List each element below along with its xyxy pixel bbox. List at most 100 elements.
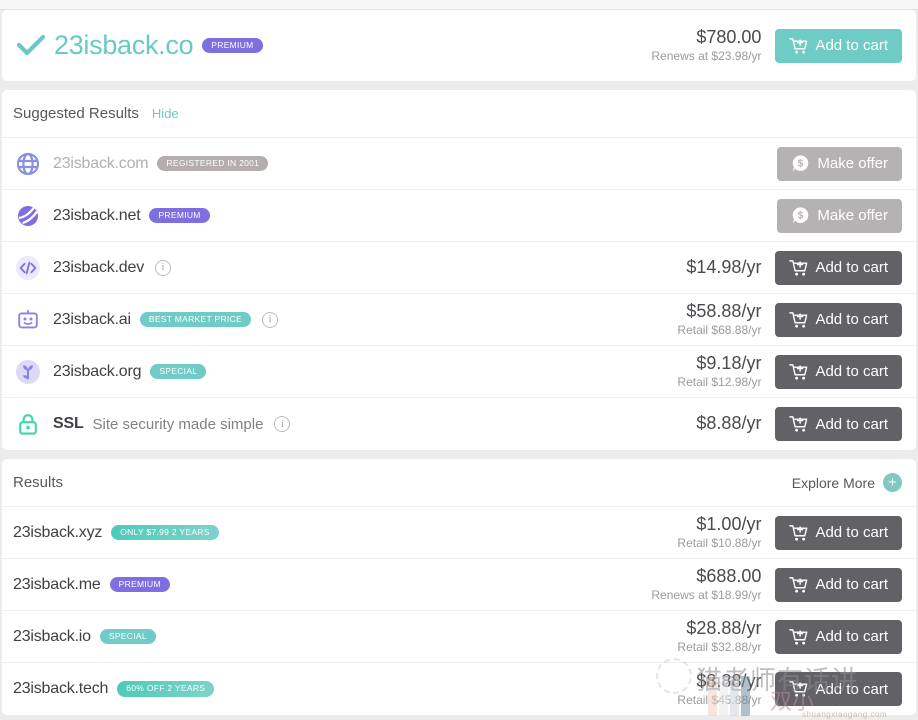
add-to-cart-button[interactable]: Add to cart [775,515,902,550]
row-price: $9.18/yr [696,353,762,374]
domain-name: 23isback.me [13,575,101,593]
add-to-cart-label: Add to cart [815,524,888,541]
row-price-sub: Renews at $18.99/yr [651,588,762,603]
row-price-sub: Retail $32.88/yr [677,640,762,655]
make-offer-button[interactable]: $ Make offer [777,146,902,181]
price-block: $58.88/yr Retail $68.88/yr [677,301,761,338]
add-to-cart-button[interactable]: Add to cart [775,407,902,441]
status-badge: SPECIAL [99,628,156,645]
row-price: $8.88/yr [696,413,762,434]
row-price-sub: Retail $10.88/yr [677,536,762,551]
add-to-cart-label: Add to cart [815,680,888,698]
add-to-cart-button[interactable]: Add to cart [775,302,902,337]
sphere-icon [13,201,43,231]
status-badge: 60% OFF 2 YEARS [117,681,215,697]
domain-name-wrap: 23isback.com REGISTERED IN 2001 [53,154,269,173]
domain-name: 23isback.com [53,154,149,172]
domain-name: 23isback.io [13,627,91,645]
row-price-sub: Retail $12.98/yr [677,375,762,390]
row-price: $688.00 [696,566,762,587]
domain-name-wrap: 23isback.dev i [53,259,171,277]
add-to-cart-button[interactable]: Add to cart [775,672,902,706]
make-offer-button[interactable]: $ Make offer [777,198,902,233]
domain-name-wrap: 23isback.tech 60% OFF 2 YEARS [13,680,215,698]
cart-plus-icon [789,37,808,55]
domain-name: 23isback.xyz [13,523,103,541]
suggested-row-com[interactable]: 23isback.com REGISTERED IN 2001 $ Make o… [2,138,916,190]
results-row-me[interactable]: 23isback.me PREMIUM $688.00 Renews at $1… [2,559,916,611]
featured-domain-card: 23isback.co PREMIUM $780.00 Renews at $2… [2,10,916,81]
cart-plus-icon [789,680,808,698]
make-offer-label: Make offer [817,207,888,224]
suggested-row-ssl[interactable]: SSL Site security made simple i $8.88/yr [2,398,916,450]
svg-text:$: $ [798,211,804,222]
price-block: $8.88/yr [696,413,761,435]
featured-domain-name: 23isback.co [54,30,194,60]
results-row-tech[interactable]: 23isback.tech 60% OFF 2 YEARS $8.88/yr R… [2,663,916,715]
domain-search-results-page: 23isback.co PREMIUM $780.00 Renews at $2… [0,0,918,720]
domain-name-wrap: 23isback.net PREMIUM [53,207,210,225]
results-row-io[interactable]: 23isback.io SPECIAL $28.88/yr Retail $32… [2,611,916,663]
cart-plus-icon [789,628,808,646]
add-to-cart-button[interactable]: Add to cart [775,250,902,285]
featured-add-to-cart-button[interactable]: Add to cart [775,28,902,63]
featured-premium-badge: PREMIUM [202,37,263,54]
domain-name: 23isback.ai [53,310,131,328]
domain-name-wrap: 23isback.io SPECIAL [13,628,156,646]
cart-plus-icon [789,363,808,381]
domain-name: 23isback.dev [53,258,144,276]
cart-plus-icon [789,311,808,329]
ssl-subtitle: Site security made simple [92,415,264,433]
price-block: $688.00 Renews at $18.99/yr [651,566,761,603]
status-badge: REGISTERED IN 2001 [157,155,269,172]
status-badge: ONLY $7.99 2 YEARS [111,524,219,541]
add-to-cart-label: Add to cart [815,311,888,328]
domain-name: 23isback.net [53,206,141,224]
explore-more-link[interactable]: Explore More [792,475,875,491]
row-price-sub: Retail $68.88/yr [677,323,762,338]
add-to-cart-label: Add to cart [815,415,888,433]
results-card: Results Explore More + 23isback.xyz ONLY… [2,459,916,715]
domain-name-wrap: 23isback.xyz ONLY $7.99 2 YEARS [13,524,219,542]
suggested-results-card: Suggested Results Hide 23isback.com REGI… [2,90,916,450]
row-price: $28.88/yr [686,618,762,639]
price-block: $14.98/yr [686,257,761,279]
status-badge: PREMIUM [109,576,170,593]
info-icon[interactable]: i [274,416,291,432]
add-to-cart-button[interactable]: Add to cart [775,567,902,602]
info-icon[interactable]: i [261,311,278,328]
robot-icon [13,305,43,335]
hide-suggested-link[interactable]: Hide [152,106,179,121]
row-price-sub: Retail $45.88/yr [677,692,762,707]
lock-icon [13,409,43,439]
add-to-cart-label: Add to cart [815,363,888,380]
svg-text:$: $ [798,159,804,170]
suggested-row-dev[interactable]: 23isback.dev i $14.98/yr Add to cart [2,242,916,294]
cart-plus-icon [789,259,808,277]
suggested-row-net[interactable]: 23isback.net PREMIUM $ Make offer [2,190,916,242]
top-strip [0,0,918,10]
results-row-xyz[interactable]: 23isback.xyz ONLY $7.99 2 YEARS $1.00/yr… [2,507,916,559]
add-to-cart-label: Add to cart [815,576,888,593]
price-block: $28.88/yr Retail $32.88/yr [677,618,761,655]
featured-add-to-cart-label: Add to cart [815,37,888,54]
cart-plus-icon [789,415,808,433]
suggested-row-ai[interactable]: 23isback.ai BEST MARKET PRICE i $58.88/y… [2,294,916,346]
featured-price: $780.00 [696,27,762,48]
featured-price-sub: Renews at $23.98/yr [651,49,762,64]
suggested-row-org[interactable]: 23isback.org SPECIAL $9.18/yr Retail $12… [2,346,916,398]
offer-bubble-icon: $ [791,206,810,225]
price-block: $9.18/yr Retail $12.98/yr [677,353,761,390]
add-to-cart-button[interactable]: Add to cart [775,354,902,389]
add-to-cart-button[interactable]: Add to cart [775,619,902,654]
info-icon[interactable]: i [155,259,171,276]
featured-domain-row[interactable]: 23isback.co PREMIUM $780.00 Renews at $2… [2,10,916,81]
domain-name-wrap: 23isback.me PREMIUM [13,576,170,594]
suggested-results-title: Suggested Results [13,105,139,122]
make-offer-label: Make offer [817,155,888,172]
results-header: Results Explore More + [2,459,916,507]
row-price: $14.98/yr [686,256,762,277]
row-price: $58.88/yr [686,301,762,322]
sprout-icon [13,357,43,387]
plus-circle-icon[interactable]: + [883,473,902,492]
